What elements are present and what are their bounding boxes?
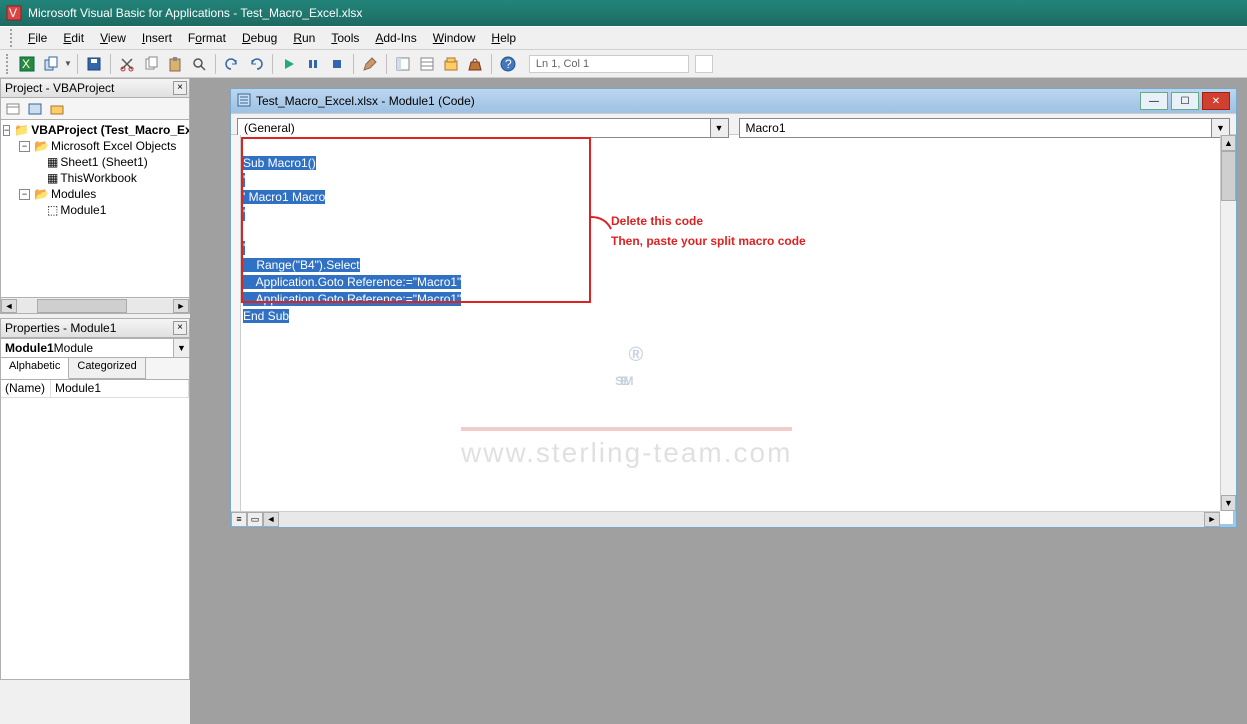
view-code-button[interactable]: [3, 100, 23, 118]
code-vscroll[interactable]: ▲▼: [1220, 135, 1236, 511]
project-tree[interactable]: −📁VBAProject (Test_Macro_Excel.xlsx) −📂M…: [0, 120, 190, 298]
minimize-button[interactable]: —: [1140, 92, 1168, 110]
project-panel-title: Project - VBAProject ×: [0, 78, 190, 98]
tree-sheet1[interactable]: Sheet1 (Sheet1): [60, 154, 147, 170]
project-panel-close-button[interactable]: ×: [173, 81, 187, 95]
sheet-icon: ▦: [47, 154, 58, 170]
project-explorer-button[interactable]: [392, 53, 414, 75]
redo-button[interactable]: [245, 53, 267, 75]
prop-name-value[interactable]: Module1: [51, 380, 189, 398]
maximize-button[interactable]: ☐: [1171, 92, 1199, 110]
tree-excel-objects[interactable]: Microsoft Excel Objects: [51, 138, 176, 154]
watermark-logo: STEM: [615, 374, 628, 388]
procedure-view-button[interactable]: ≡: [231, 512, 247, 527]
object-dropdown-value: (General): [244, 121, 295, 135]
view-object-button[interactable]: [25, 100, 45, 118]
properties-panel-title: Properties - Module1 ×: [0, 318, 190, 338]
menu-insert[interactable]: Insert: [134, 28, 180, 48]
menu-addins[interactable]: Add-Ins: [367, 28, 424, 48]
code-window-title-text: Test_Macro_Excel.xlsx - Module1 (Code): [256, 94, 475, 108]
tree-thisworkbook[interactable]: ThisWorkbook: [60, 170, 136, 186]
code-editor[interactable]: STEM® www.sterling-team.com Sub Macro1()…: [231, 135, 1236, 527]
mdi-client-area: Test_Macro_Excel.xlsx - Module1 (Code) —…: [190, 78, 1247, 724]
vba-icon: V: [6, 5, 22, 21]
menu-run[interactable]: Run: [285, 28, 323, 48]
toolbox-button[interactable]: [464, 53, 486, 75]
tab-categorized[interactable]: Categorized: [69, 358, 145, 379]
insert-dropdown[interactable]: [40, 53, 62, 75]
project-toolbar: [0, 98, 190, 120]
folder-icon: 📂: [34, 186, 49, 202]
properties-dropdown-bold: Module1: [5, 341, 54, 355]
tree-root[interactable]: VBAProject (Test_Macro_Excel.xlsx): [31, 122, 190, 138]
menu-edit[interactable]: Edit: [55, 28, 92, 48]
properties-tabs: Alphabetic Categorized: [0, 358, 190, 380]
module-icon: ⬚: [47, 202, 58, 218]
tree-module1[interactable]: Module1: [60, 202, 106, 218]
copy-button[interactable]: [140, 53, 162, 75]
view-excel-button[interactable]: X: [16, 53, 38, 75]
menu-bar: File Edit View Insert Format Debug Run T…: [0, 26, 1247, 50]
run-button[interactable]: [278, 53, 300, 75]
standard-toolbar: X ▼ ? Ln 1, Col 1: [0, 50, 1247, 78]
code-hscroll[interactable]: ≡ ▭ ◄►: [231, 511, 1220, 527]
prop-name-key: (Name): [1, 380, 51, 398]
menu-view[interactable]: View: [92, 28, 134, 48]
vba-project-icon: 📁: [14, 122, 29, 138]
annotation-connector: [591, 215, 613, 233]
properties-title-text: Properties - Module1: [5, 321, 116, 335]
menu-grip[interactable]: [10, 29, 16, 47]
properties-window-button[interactable]: [416, 53, 438, 75]
design-mode-button[interactable]: [359, 53, 381, 75]
object-browser-button[interactable]: [440, 53, 462, 75]
annotation-text: Delete this code Then, paste your split …: [611, 211, 806, 251]
code-window-titlebar[interactable]: Test_Macro_Excel.xlsx - Module1 (Code) —…: [231, 89, 1236, 113]
properties-dropdown-rest: Module: [54, 341, 93, 355]
properties-grid[interactable]: (Name) Module1: [0, 380, 190, 680]
toolbar-grip[interactable]: [6, 54, 12, 74]
menu-file[interactable]: File: [20, 28, 55, 48]
properties-close-button[interactable]: ×: [173, 321, 187, 335]
project-hscroll[interactable]: ◄►: [0, 298, 190, 314]
undo-button[interactable]: [221, 53, 243, 75]
cut-button[interactable]: [116, 53, 138, 75]
reset-button[interactable]: [326, 53, 348, 75]
code-margin[interactable]: [231, 135, 241, 527]
menu-format[interactable]: Format: [180, 28, 234, 48]
watermark: STEM® www.sterling-team.com: [461, 315, 792, 469]
project-panel-title-text: Project - VBAProject: [5, 81, 114, 95]
window-title: Microsoft Visual Basic for Applications …: [28, 6, 362, 20]
context-help-box[interactable]: [695, 55, 713, 73]
menu-help[interactable]: Help: [483, 28, 524, 48]
close-button[interactable]: ✕: [1202, 92, 1230, 110]
watermark-url: www.sterling-team.com: [461, 437, 792, 469]
properties-object-dropdown[interactable]: Module1 Module ▼: [0, 338, 190, 358]
chevron-down-icon[interactable]: ▼: [173, 339, 189, 357]
insert-dropdown-caret[interactable]: ▼: [64, 59, 72, 68]
svg-text:X: X: [22, 57, 30, 71]
menu-debug[interactable]: Debug: [234, 28, 285, 48]
window-title-bar: V Microsoft Visual Basic for Application…: [0, 0, 1247, 26]
procedure-dropdown-value: Macro1: [746, 121, 786, 135]
svg-text:V: V: [9, 6, 17, 20]
toggle-folders-button[interactable]: [47, 100, 67, 118]
folder-icon: 📂: [34, 138, 49, 154]
cursor-position-display: Ln 1, Col 1: [529, 55, 689, 73]
menu-tools[interactable]: Tools: [323, 28, 367, 48]
code-text[interactable]: Sub Macro1() ' ' Macro1 Macro ' ' Range(…: [243, 139, 461, 341]
help-button[interactable]: ?: [497, 53, 519, 75]
svg-text:?: ?: [505, 57, 512, 71]
tab-alphabetic[interactable]: Alphabetic: [1, 358, 69, 379]
paste-button[interactable]: [164, 53, 186, 75]
find-button[interactable]: [188, 53, 210, 75]
tree-modules-folder[interactable]: Modules: [51, 186, 96, 202]
workbook-icon: ▦: [47, 170, 58, 186]
menu-window[interactable]: Window: [425, 28, 484, 48]
code-dropdowns: (General) ▼ Macro1 ▼: [231, 113, 1236, 135]
module-window-icon: [237, 93, 251, 110]
save-button[interactable]: [83, 53, 105, 75]
break-button[interactable]: [302, 53, 324, 75]
full-module-view-button[interactable]: ▭: [247, 512, 263, 527]
code-window: Test_Macro_Excel.xlsx - Module1 (Code) —…: [230, 88, 1237, 528]
